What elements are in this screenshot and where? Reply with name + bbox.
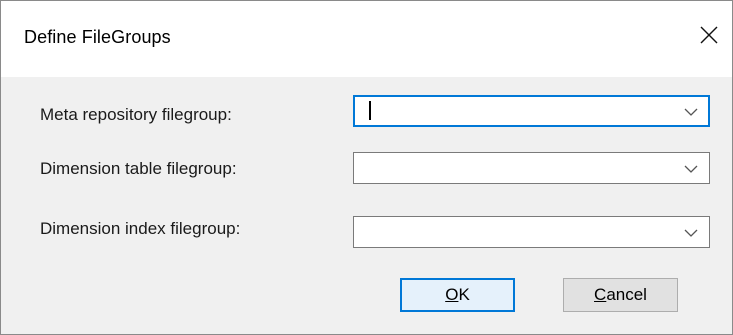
dimension-table-filegroup-label: Dimension table filegroup: bbox=[40, 159, 237, 178]
chevron-down-icon[interactable] bbox=[684, 164, 698, 174]
dimension-table-filegroup-combo[interactable] bbox=[353, 152, 710, 184]
close-button[interactable] bbox=[692, 15, 726, 55]
meta-repository-filegroup-label: Meta repository filegroup: bbox=[40, 105, 232, 124]
dialog-title: Define FileGroups bbox=[24, 27, 171, 47]
cancel-label-rest: ancel bbox=[606, 285, 647, 304]
ok-label-rest: K bbox=[458, 285, 470, 304]
close-icon bbox=[700, 26, 718, 44]
chevron-down-icon[interactable] bbox=[684, 228, 698, 238]
cancel-button[interactable]: Cancel bbox=[563, 278, 678, 312]
cancel-mnemonic: C bbox=[594, 285, 607, 304]
title-bar[interactable]: Define FileGroups bbox=[1, 1, 732, 77]
chevron-down-icon[interactable] bbox=[684, 107, 698, 117]
define-filegroups-dialog: Define FileGroups Meta repository filegr… bbox=[0, 0, 733, 335]
meta-repository-filegroup-combo[interactable] bbox=[353, 95, 710, 127]
dimension-index-filegroup-label: Dimension index filegroup: bbox=[40, 219, 241, 238]
text-cursor bbox=[369, 101, 371, 120]
ok-mnemonic: O bbox=[445, 285, 459, 304]
dimension-index-filegroup-combo[interactable] bbox=[353, 216, 710, 248]
ok-button[interactable]: OK bbox=[400, 278, 515, 312]
